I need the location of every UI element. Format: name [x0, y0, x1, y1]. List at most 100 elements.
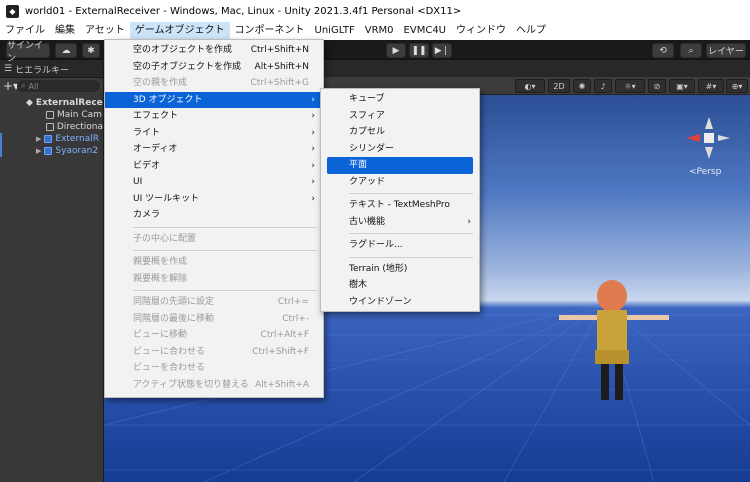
submenu-item-wind-zone[interactable]: ウインドゾーン: [321, 294, 479, 311]
pause-button[interactable]: ❚❚: [409, 43, 429, 58]
menu-item-move-to-view[interactable]: ビューに移動 Ctrl+Alt+F: [105, 327, 323, 344]
menu-item-camera[interactable]: カメラ: [105, 207, 323, 224]
submenu-item-quad[interactable]: クアッド: [321, 174, 479, 191]
menu-item-3d-object[interactable]: 3D オブジェクト ›: [105, 91, 323, 108]
hierarchy-tab-icon: ☰: [4, 64, 13, 74]
layers-dropdown[interactable]: レイヤー: [706, 43, 746, 58]
submenu-item-legacy[interactable]: 古い機能 ›: [321, 214, 479, 231]
menu-separator: [133, 250, 317, 251]
menu-component[interactable]: コンポーネント: [230, 22, 310, 40]
menu-item-label: UI: [133, 177, 143, 187]
hierarchy-row-syaoran[interactable]: ▶ Syaoran2: [0, 145, 103, 157]
submenu-item-ragdoll[interactable]: ラグドール...: [321, 237, 479, 254]
menu-item-label: 3D オブジェクト: [133, 94, 203, 105]
audio-icon[interactable]: ♪: [594, 79, 612, 93]
search-icon[interactable]: ⌕: [680, 43, 702, 58]
submenu-arrow-icon: ›: [311, 160, 315, 171]
hierarchy-row-label: Main Cam: [57, 110, 102, 120]
menu-item-align-view-to-selected[interactable]: ビューを合わせる: [105, 360, 323, 377]
menu-item-audio[interactable]: オーディオ ›: [105, 141, 323, 158]
menu-item-align-with-view[interactable]: ビューに合わせる Ctrl+Shift+F: [105, 344, 323, 361]
submenu-item-tree[interactable]: 樹木: [321, 277, 479, 294]
play-icon: ▶: [392, 45, 400, 56]
persp-label[interactable]: <Persp: [689, 167, 721, 177]
menu-separator: [349, 193, 473, 194]
menu-unigltf[interactable]: UniGLTF: [310, 22, 360, 40]
submenu-item-cube[interactable]: キューブ: [321, 91, 479, 108]
menu-item-toggle-active[interactable]: アクティブ状態を切り替える Alt+Shift+A: [105, 377, 323, 394]
cloud-icon[interactable]: ☁: [55, 43, 77, 58]
menu-help[interactable]: ヘルプ: [511, 22, 551, 40]
menu-item-create-empty[interactable]: 空のオブジェクトを作成 Ctrl+Shift+N: [105, 42, 323, 59]
play-button[interactable]: ▶: [386, 43, 406, 58]
gizmos-dropdown[interactable]: ⊕▾: [726, 79, 748, 93]
submenu-item-sphere[interactable]: スフィア: [321, 108, 479, 125]
menu-window[interactable]: ウィンドウ: [451, 22, 511, 40]
hierarchy-row-label: Directiona: [56, 122, 103, 132]
prefab-icon: [44, 135, 53, 143]
hierarchy-row-label: Syaoran2: [55, 146, 99, 156]
gameobject-menu: 空のオブジェクトを作成 Ctrl+Shift+N 空の子オブジェクトを作成 Alt+…: [104, 39, 324, 398]
hierarchy-row-directional[interactable]: Directiona: [0, 121, 103, 133]
menu-separator: [349, 233, 473, 234]
menu-item-set-last-sibling[interactable]: 同階層の最後に移動 Ctrl+-: [105, 311, 323, 328]
signin-button[interactable]: サインイン: [6, 41, 50, 64]
hierarchy-search-input[interactable]: ⌕ All: [17, 80, 100, 92]
menu-item-label: ライト: [133, 127, 161, 138]
menu-item-label: エフェクト: [133, 111, 179, 121]
menu-item-ui-toolkit[interactable]: UI ツールキット ›: [105, 191, 323, 208]
submenu-arrow-icon: ›: [311, 177, 315, 187]
hierarchy-row-main-camera[interactable]: Main Cam: [0, 109, 103, 121]
hierarchy-row-scene[interactable]: ◆ ExternalRece: [0, 97, 103, 109]
submenu-item-terrain[interactable]: Terrain (地形): [321, 261, 479, 278]
hierarchy-row-external-receiver[interactable]: ▶ ExternalR: [0, 133, 103, 145]
menu-assets[interactable]: アセット: [80, 22, 130, 40]
add-icon[interactable]: +▾: [3, 79, 19, 93]
hierarchy-tab-label: ヒエラルキー: [15, 65, 70, 76]
menu-item-center-on-children[interactable]: 子の中心に配置: [105, 231, 323, 248]
menu-edit[interactable]: 編集: [50, 22, 80, 40]
menu-item-effects[interactable]: エフェクト ›: [105, 108, 323, 125]
gameobject-icon: [46, 123, 54, 131]
menu-item-clear-parent[interactable]: 親要概を解除: [105, 271, 323, 288]
submenu-item-cylinder[interactable]: シリンダー: [321, 141, 479, 158]
submenu-arrow-icon: ›: [311, 193, 315, 204]
menu-item-ui[interactable]: UI ›: [105, 174, 323, 191]
menu-item-label: 古い機能: [349, 216, 386, 227]
menu-item-label: 親要概を作成: [133, 257, 188, 267]
menu-evmc4u[interactable]: EVMC4U: [399, 22, 451, 40]
menu-gameobject[interactable]: ゲームオブジェクト: [129, 22, 230, 40]
menu-vrm0[interactable]: VRM0: [360, 22, 399, 40]
3d-object-submenu: キューブ スフィア カプセル シリンダー 平面 クアッド テキスト - Text…: [320, 88, 480, 312]
pause-icon: ❚❚: [411, 45, 427, 56]
grid-dropdown[interactable]: #▾: [698, 79, 724, 93]
lighting-icon[interactable]: ✺: [573, 79, 591, 93]
menu-item-light[interactable]: ライト ›: [105, 125, 323, 142]
collab-icon[interactable]: ✱: [82, 43, 100, 58]
submenu-item-textmeshpro[interactable]: テキスト - TextMeshPro: [321, 197, 479, 214]
menu-item-set-first-sibling[interactable]: 同階層の先頭に設定 Ctrl+=: [105, 294, 323, 311]
hierarchy-row-label: ExternalRece: [35, 98, 103, 108]
scene-gizmo[interactable]: [684, 113, 734, 163]
menu-item-video[interactable]: ビデオ ›: [105, 158, 323, 175]
camera-dropdown[interactable]: ▣▾: [669, 79, 695, 93]
hidden-objects-icon[interactable]: ⊘: [648, 79, 666, 93]
menu-item-create-empty-parent[interactable]: 空の親を作成 Ctrl+Shift+G: [105, 75, 323, 92]
effects-dropdown[interactable]: ☼▾: [615, 79, 645, 93]
menu-item-shortcut: Ctrl+Alt+F: [260, 330, 309, 340]
step-button[interactable]: ▶❘: [432, 43, 452, 58]
hierarchy-tab[interactable]: ☰ ヒエラルキー: [0, 61, 103, 78]
2d-toggle[interactable]: 2D: [548, 79, 570, 93]
shading-dropdown[interactable]: ◐▾: [515, 79, 545, 93]
submenu-item-plane[interactable]: 平面: [327, 157, 473, 174]
expand-arrow-icon[interactable]: ▶: [36, 145, 41, 157]
menu-item-label: ビデオ: [133, 160, 161, 171]
history-icon[interactable]: ⟲: [652, 43, 674, 58]
menu-item-create-empty-child[interactable]: 空の子オブジェクトを作成 Alt+Shift+N: [105, 59, 323, 76]
submenu-item-capsule[interactable]: カプセル: [321, 124, 479, 141]
submenu-arrow-icon: ›: [311, 111, 315, 121]
menu-item-make-parent[interactable]: 親要概を作成: [105, 254, 323, 271]
persp-icon: <: [689, 167, 697, 177]
character-model[interactable]: [559, 280, 669, 400]
expand-arrow-icon[interactable]: ▶: [36, 133, 41, 145]
